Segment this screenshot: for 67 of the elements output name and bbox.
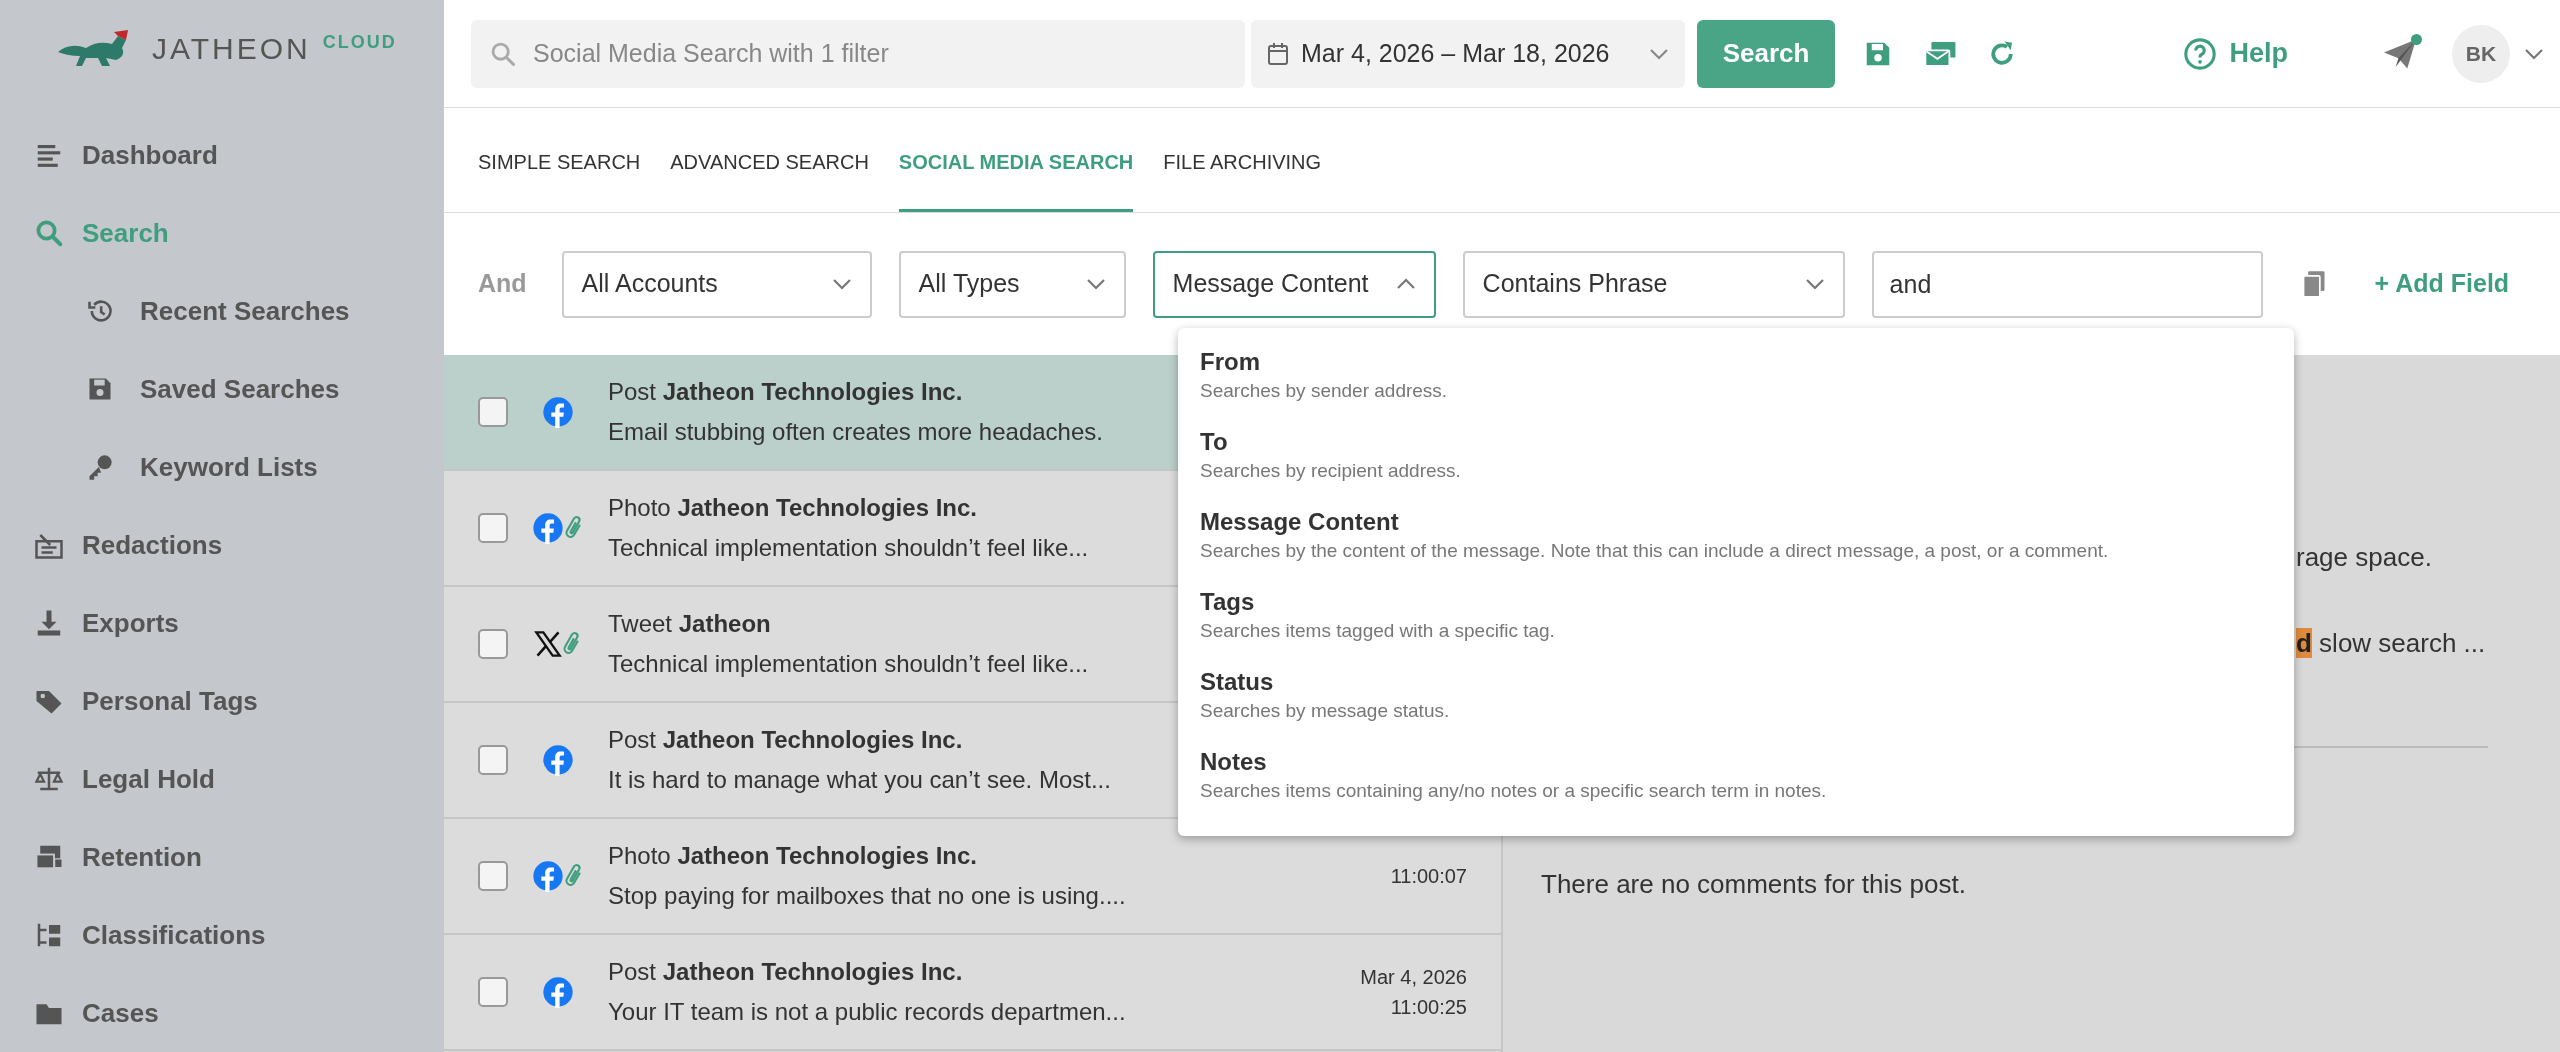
no-comments-message: There are no comments for this post. [1541,868,1967,901]
sidebar-subitem[interactable]: Keyword Lists [0,428,444,506]
facebook-icon [542,744,574,776]
facebook-icon [532,860,564,892]
conjunction-label: And [478,268,527,300]
date-range-picker[interactable]: Mar 4, 2026 – Mar 18, 2026 [1251,19,1685,88]
checkbox[interactable] [478,861,508,891]
sidebar-item[interactable]: Dashboard [0,116,444,194]
logo-wordmark: JATHEON [152,30,311,67]
message-time: 11:00:25 [1390,995,1467,1020]
message-title: Photo Jatheon Technologies Inc. [608,493,977,523]
message-preview: Stop paying for mailboxes that no one is using.... [608,881,1126,911]
message-preview: It is hard to manage what you can’t see. Most... [608,765,1111,795]
message-preview: Technical implementation shouldn’t feel like... [608,649,1089,679]
chevron-down-icon [1804,278,1825,290]
checkbox[interactable] [478,629,508,659]
message-time: 11:00:07 [1390,864,1467,889]
sidebar-item[interactable]: Exports [0,584,444,662]
chevron-down-icon [831,278,852,290]
sidebar-item[interactable]: Personal Tags [0,662,444,740]
tab[interactable]: ADVANCED SEARCH [670,108,869,212]
help-icon [2183,36,2218,71]
search-icon [34,218,64,248]
history-icon [86,297,114,325]
message-body-text: rage space. [2296,541,2433,574]
sidebar-item[interactable]: Classifications [0,896,444,974]
sidebar-subitem[interactable]: Recent Searches [0,272,444,350]
user-avatar[interactable]: BK [2452,24,2510,83]
chevron-up-icon [1395,278,1416,290]
chevron-down-icon [1085,278,1106,290]
facebook-icon [542,396,574,428]
message-preview: Technical implementation shouldn’t feel like... [608,533,1089,563]
message-date: Mar 4, 2026 [1360,965,1467,990]
sidebar-subitem[interactable]: Saved Searches [0,350,444,428]
copy-icon[interactable] [2301,270,2326,298]
message-title: Tweet Jatheon [608,609,771,639]
tab[interactable]: SIMPLE SEARCH [478,108,641,212]
logo-suffix: CLOUD [322,30,397,54]
checkbox[interactable] [478,745,508,775]
message-title: Photo Jatheon Technologies Inc. [608,841,977,871]
checkbox[interactable] [478,397,508,427]
facebook-icon [542,976,574,1008]
filter-select[interactable]: Contains Phrase [1462,250,1845,318]
calendar-icon [1267,41,1289,66]
checkbox[interactable] [478,977,508,1007]
message-preview: Your IT team is not a public records departmen... [608,997,1126,1027]
search-field[interactable]: Social Media Search with 1 filter [471,19,1245,88]
filter-select[interactable]: Message Content [1152,250,1436,318]
sidebar-item[interactable]: Retention [0,818,444,896]
message-title: Post Jatheon Technologies Inc. [608,725,963,755]
facebook-icon [532,512,564,544]
x-logo-icon [534,630,562,658]
checkbox[interactable] [478,513,508,543]
filter-select[interactable]: All Types [898,250,1126,318]
sidebar-item[interactable]: Cases [0,974,444,1052]
message-body-text: d slow search ... [2296,627,2487,660]
message-title: Post Jatheon Technologies Inc. [608,377,963,407]
value-field[interactable]: and [1871,250,2263,318]
chevron-down-icon [1649,47,1669,60]
sidebar-item[interactable]: Legal Hold [0,740,444,818]
message-title: Post Jatheon Technologies Inc. [608,957,963,987]
date-range: Mar 4, 2026 – Mar 18, 2026 [1301,37,1611,69]
tab[interactable]: FILE ARCHIVING [1163,108,1322,212]
filter-select[interactable]: All Accounts [561,250,872,318]
message-preview: Email stubbing often creates more headaches. [608,417,1103,447]
sidebar-item[interactable]: Redactions [0,506,444,584]
chevron-down-icon[interactable] [2524,47,2544,60]
